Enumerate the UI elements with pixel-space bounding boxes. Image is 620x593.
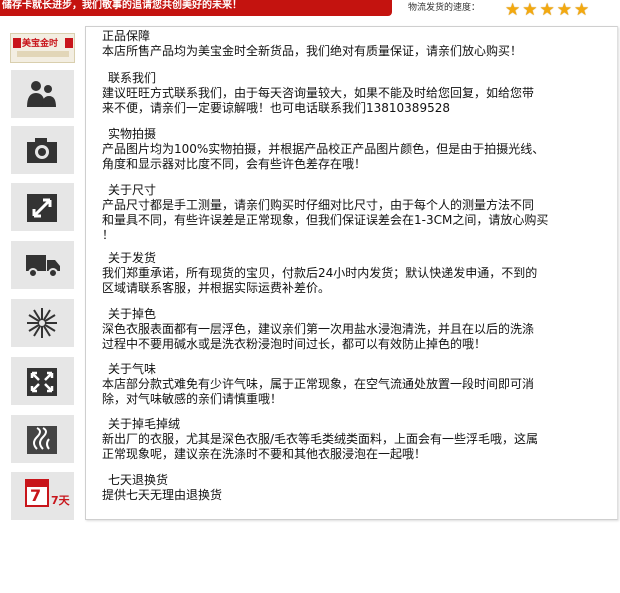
scent-icon-tile bbox=[11, 415, 74, 463]
star-icon: ★ bbox=[522, 0, 538, 20]
section-line: 深色衣服表面都有一层浮色，建议亲们第一次用盐水浸泡清洗，并且在以后的洗涤 bbox=[102, 322, 535, 336]
section-line: 我们郑重承诺，所有现货的宝贝，付款后24小时内发货；默认快递发申通，不到的 bbox=[102, 266, 538, 280]
section-title: 关于掉毛掉绒 bbox=[108, 417, 181, 431]
section-shipping: 关于发货 我们郑重承诺，所有现货的宝贝，付款后24小时内发货；默认快递发申通，不… bbox=[102, 251, 537, 296]
star-icon: ★ bbox=[505, 0, 521, 20]
star-icon: ★ bbox=[574, 0, 590, 20]
shipping-speed-label: 物流发货的速度： bbox=[408, 3, 481, 13]
section-guarantee: 正品保障 本店所售产品均为美宝金时全新货品，我们绝对有质量保证，请亲们放心购买！ bbox=[102, 29, 522, 59]
section-line: ！ bbox=[102, 228, 115, 242]
return-icon-tile: 7 7天 bbox=[11, 472, 74, 520]
section-title: 七天退换货 bbox=[108, 473, 169, 487]
section-line: 区域请联系客服，并根据实际运费补差价。 bbox=[102, 281, 331, 295]
camera-icon-tile bbox=[11, 126, 74, 174]
section-line: 正常现象呢，建议亲在洗涤时不要和其他衣服浸泡在一起哦！ bbox=[102, 447, 427, 461]
section-line: 除，对气味敏感的亲们请慎重哦！ bbox=[102, 392, 283, 406]
sun-burst-icon bbox=[27, 308, 57, 338]
section-line: 产品图片均为100%实物拍摄，并根据产品校正产品图片颜色，但是由于拍摄光线、 bbox=[102, 142, 545, 156]
logo-mark bbox=[13, 38, 21, 48]
people-icon-tile bbox=[11, 70, 74, 118]
expand-icon-tile bbox=[11, 357, 74, 405]
logo-text: 美宝金时 bbox=[22, 39, 59, 49]
section-shedding: 关于掉毛掉绒 新出厂的衣服，尤其是深色衣服/毛衣等毛类绒类面料，上面会有一些浮毛… bbox=[102, 417, 538, 462]
logo-subline bbox=[17, 51, 69, 57]
section-title: 联系我们 bbox=[108, 71, 157, 85]
section-line: 来不便，请亲们一定要谅解哦！也可电话联系我们13810389528 bbox=[102, 101, 450, 115]
burst-icon-tile bbox=[11, 299, 74, 347]
section-photos: 实物拍摄 产品图片均为100%实物拍摄，并根据产品校正产品图片颜色，但是由于拍摄… bbox=[102, 127, 544, 172]
truck-icon bbox=[26, 255, 60, 278]
top-banner-text: 储存卡就长进步，我们敬事的追请您共创美好的未来！ bbox=[2, 0, 242, 11]
section-title: 正品保障 bbox=[102, 29, 151, 43]
resize-icon-tile bbox=[11, 183, 74, 231]
section-title: 关于掉色 bbox=[108, 307, 157, 321]
section-fading: 关于掉色 深色衣服表面都有一层浮色，建议亲们第一次用盐水浸泡清洗，并且在以后的洗… bbox=[102, 307, 534, 352]
section-contact: 联系我们 建议旺旺方式联系我们，由于每天咨询量较大，如果不能及时给您回复，如给您… bbox=[102, 71, 534, 116]
section-line: 本店所售产品均为美宝金时全新货品，我们绝对有质量保证，请亲们放心购买！ bbox=[102, 44, 523, 58]
rating-stars: ★ ★ ★ ★ ★ bbox=[505, 0, 591, 20]
camera-icon bbox=[27, 138, 57, 163]
calendar-suffix: 7天 bbox=[51, 494, 70, 507]
expand-arrows-icon bbox=[27, 368, 57, 396]
star-icon: ★ bbox=[539, 0, 555, 20]
section-line: 新出厂的衣服，尤其是深色衣服/毛衣等毛类绒类面料，上面会有一些浮毛哦，这属 bbox=[102, 432, 539, 446]
top-bar: 储存卡就长进步，我们敬事的追请您共创美好的未来！ 物流发货的速度： ★ ★ ★ ★ ★ bbox=[0, 0, 620, 20]
people-icon bbox=[27, 81, 56, 107]
seven-day-calendar-icon: 7 bbox=[25, 479, 49, 507]
scent-icon bbox=[27, 426, 57, 454]
section-size: 关于尺寸 产品尺寸都是手工测量，请亲们购买时仔细对比尺寸，由于每个人的测量方法不… bbox=[102, 183, 548, 243]
truck-icon-tile bbox=[11, 241, 74, 289]
section-line: 提供七天无理由退换货 bbox=[102, 488, 223, 502]
resize-arrow-icon bbox=[27, 194, 57, 222]
section-title: 关于发货 bbox=[108, 251, 157, 265]
section-line: 过程中不要用碱水或是洗衣粉浸泡时间过长，都可以有效防止掉色的哦！ bbox=[102, 337, 487, 351]
star-icon: ★ bbox=[556, 0, 572, 20]
section-line: 本店部分款式难免有少许气味，属于正常现象，在空气流通处放置一段时间即可消 bbox=[102, 377, 535, 391]
section-title: 关于尺寸 bbox=[108, 183, 157, 197]
section-odor: 关于气味 本店部分款式难免有少许气味，属于正常现象，在空气流通处放置一段时间即可… bbox=[102, 362, 534, 407]
section-line: 建议旺旺方式联系我们，由于每天咨询量较大，如果不能及时给您回复，如给您带 bbox=[102, 86, 535, 100]
top-banner: 储存卡就长进步，我们敬事的追请您共创美好的未来！ bbox=[0, 0, 392, 16]
section-title: 关于气味 bbox=[108, 362, 157, 376]
section-title: 实物拍摄 bbox=[108, 127, 157, 141]
section-returns: 七天退换货 提供七天无理由退换货 bbox=[102, 473, 222, 503]
brand-logo: 美宝金时 bbox=[10, 33, 75, 63]
calendar-number: 7 bbox=[30, 486, 42, 505]
section-line: 和量具不同，有些许误差是正常现象，但我们保证误差会在1-3CM之间，请放心购买 bbox=[102, 213, 549, 227]
logo-mark-right bbox=[65, 38, 73, 48]
section-line: 角度和显示器对比度不同，会有些许色差存在哦！ bbox=[102, 157, 367, 171]
section-line: 产品尺寸都是手工测量，请亲们购买时仔细对比尺寸，由于每个人的测量方法不同 bbox=[102, 198, 535, 212]
